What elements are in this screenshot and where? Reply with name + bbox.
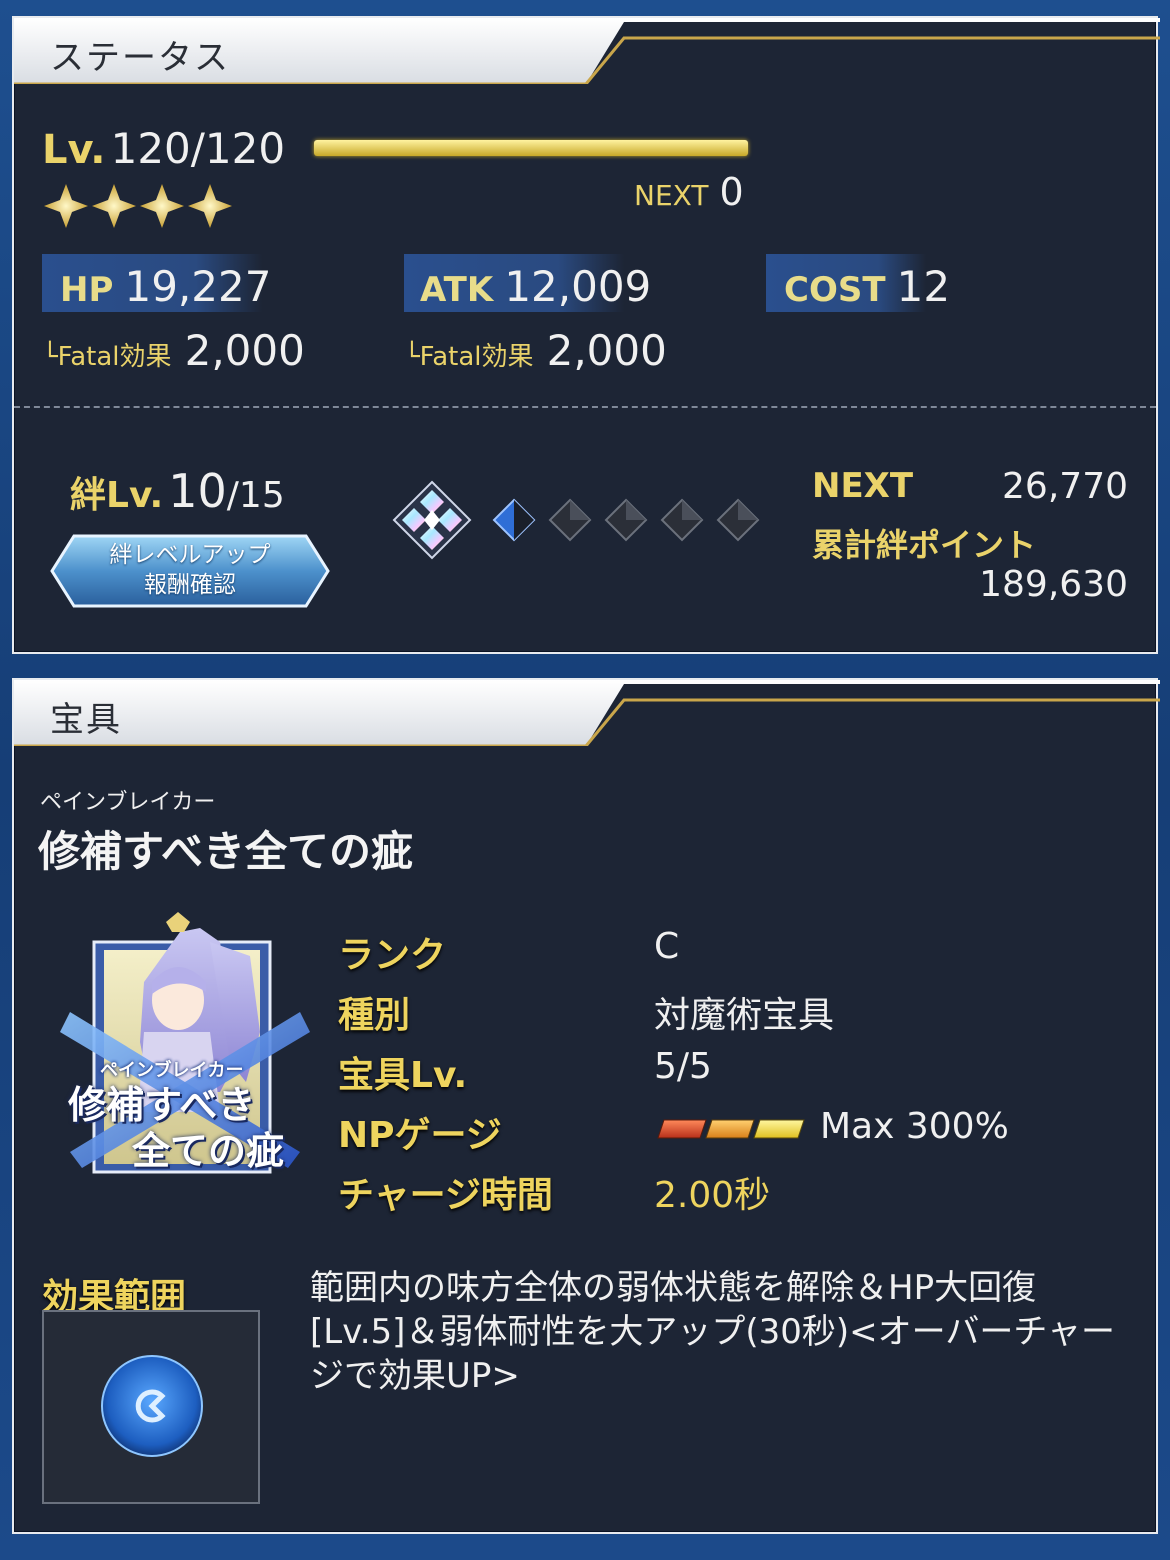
level-bar-fill xyxy=(314,140,748,156)
bond-total-value: 189,630 xyxy=(979,564,1128,605)
star-icon xyxy=(188,184,232,228)
np-card[interactable]: ペインブレイカー 修補すべき 全ての疵 xyxy=(60,912,310,1182)
hp-fatal: └Fatal効果 2,000 xyxy=(42,326,305,375)
np-effect-text: 範囲内の味方全体の弱体状態を解除＆HP大回復[Lv.5]＆弱体耐性を大アップ(3… xyxy=(310,1268,1115,1396)
np-gauge-bar-1 xyxy=(657,1119,707,1139)
np-type-label: 種別 xyxy=(338,995,411,1036)
np-gauge-bar-3 xyxy=(753,1119,805,1139)
bond-next-value: 26,770 xyxy=(1002,466,1128,507)
bond-total-label: 累計絆ポイント xyxy=(812,526,1037,564)
bond-next-label: NEXT xyxy=(812,466,914,506)
np-charge-label: チャージ時間 xyxy=(338,1175,553,1216)
np-gauge-label: NPゲージ xyxy=(338,1115,502,1156)
hp-fatal-value: 2,000 xyxy=(184,326,305,375)
status-panel: ステータス Lv. 120/120 NEXT 0 HP 19,227 └Fata… xyxy=(12,16,1160,654)
atk-label: ATK xyxy=(420,270,494,310)
level-next: NEXT 0 xyxy=(634,170,744,214)
np-rank-value: C xyxy=(654,926,680,967)
bond-gauge-empty-icon xyxy=(604,498,648,542)
np-title: 宝具 xyxy=(50,700,122,740)
star-icon xyxy=(44,184,88,228)
np-level-value: 5/5 xyxy=(654,1046,712,1087)
np-card-line2: 全ての疵 xyxy=(132,1128,285,1173)
hp-fatal-label: └Fatal効果 xyxy=(42,342,172,372)
np-charge-value: 2.00秒 xyxy=(654,1175,771,1216)
atk-value: 12,009 xyxy=(504,262,652,311)
bond-crystal-icon xyxy=(392,480,472,560)
star-icon xyxy=(140,184,184,228)
atk-fatal-value: 2,000 xyxy=(546,326,667,375)
np-header: 宝具 xyxy=(14,680,1160,746)
np-gauge-value: Max 300% xyxy=(820,1106,1009,1147)
np-rank-label: ランク xyxy=(338,935,447,976)
star-icon xyxy=(92,184,136,228)
cost-label: COST xyxy=(784,270,886,310)
bond-level: 絆Lv. 10/15 xyxy=(70,464,285,518)
bond-gauge-empty-icon xyxy=(548,498,592,542)
cost-value: 12 xyxy=(896,262,951,311)
np-level-label: 宝具Lv. xyxy=(338,1055,468,1096)
level-bar xyxy=(314,140,748,156)
status-title: ステータス xyxy=(50,38,230,78)
bond-gauge-empty-icon xyxy=(660,498,704,542)
level-label: Lv. xyxy=(42,127,106,173)
bond-reward-button[interactable]: 絆レベルアップ 報酬確認 xyxy=(50,534,330,608)
bond-reward-line2: 報酬確認 xyxy=(144,572,236,598)
divider xyxy=(14,406,1156,408)
np-panel: 宝具 ペインブレイカー 修補すべき全ての疵 ペインブレイカー 修補すべき 全ての… xyxy=(12,678,1160,1534)
hp-stat: HP 19,227 xyxy=(60,262,271,311)
hp-value: 19,227 xyxy=(124,262,272,311)
np-name: 修補すべき全ての疵 xyxy=(38,827,414,876)
np-type-value: 対魔術宝具 xyxy=(654,995,835,1036)
level-display: Lv. 120/120 xyxy=(42,124,285,173)
range-diagram xyxy=(42,1310,260,1504)
level-next-value: 0 xyxy=(719,170,744,214)
atk-stat: ATK 12,009 xyxy=(420,262,651,311)
bond-reward-line1: 絆レベルアップ xyxy=(109,542,271,568)
atk-fatal: └Fatal効果 2,000 xyxy=(404,326,667,375)
np-gauge-bar-2 xyxy=(705,1119,755,1139)
hp-label: HP xyxy=(60,270,114,310)
cost-stat: COST 12 xyxy=(784,262,950,311)
bond-level-value: 10 xyxy=(168,464,227,518)
bond-gauge xyxy=(390,478,760,572)
atk-fatal-label: └Fatal効果 xyxy=(404,342,534,372)
level-next-label: NEXT xyxy=(634,179,709,212)
level-value: 120/120 xyxy=(110,124,286,173)
bond-level-max: /15 xyxy=(226,475,285,516)
np-ruby: ペインブレイカー xyxy=(40,790,216,815)
np-gauge-bars xyxy=(656,1118,806,1144)
bond-gauge-empty-icon xyxy=(716,498,760,542)
status-header: ステータス xyxy=(14,18,1160,84)
rarity-stars xyxy=(42,182,242,234)
bond-gauge-filled-icon xyxy=(492,498,536,542)
bond-level-label: 絆Lv. xyxy=(70,475,164,516)
